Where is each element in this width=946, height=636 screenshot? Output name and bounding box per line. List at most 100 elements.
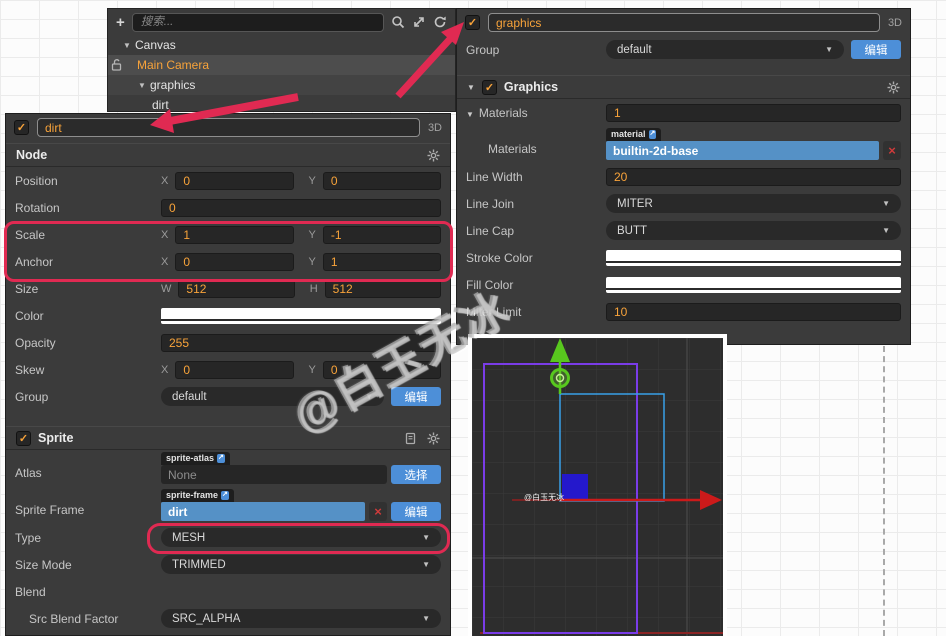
search-input[interactable] <box>139 15 377 29</box>
refresh-icon[interactable] <box>433 15 447 29</box>
sprite-frame-clear-button[interactable] <box>369 502 387 521</box>
prop-label-anchor: Anchor <box>15 255 161 269</box>
prop-label-materials: ▼Materials <box>466 106 606 120</box>
mode-3d-toggle[interactable]: 3D <box>888 17 902 29</box>
prop-field-src-blend-factor: SRC_ALPHA <box>161 609 441 628</box>
sprite-frame-edit-button[interactable]: 编辑 <box>391 502 441 521</box>
prop-field-atlas: sprite-atlasNone选择 <box>161 452 441 484</box>
prop-row-color: Color <box>6 302 450 329</box>
src-blend-factor-select[interactable]: SRC_ALPHA <box>161 609 441 628</box>
scene-canvas[interactable]: @白玉无冰 <box>472 338 723 636</box>
group-select[interactable]: default <box>606 40 844 59</box>
src-blend-factor-select-value: SRC_ALPHA <box>172 613 240 625</box>
tree-item-graphics[interactable]: ▼graphics <box>108 75 455 95</box>
search-icon[interactable] <box>391 15 405 29</box>
asset-type-tag: sprite-atlas <box>161 452 230 465</box>
prop-row-rotation: Rotation <box>6 194 450 221</box>
size-input-w[interactable] <box>178 280 294 298</box>
prop-field-size: WH <box>161 280 441 298</box>
prop-field-rotation <box>161 199 441 217</box>
atlas-select-button[interactable]: 选择 <box>391 465 441 484</box>
external-link-icon[interactable] <box>221 491 229 499</box>
line-width-input[interactable] <box>606 168 901 186</box>
axis-label-x: X <box>161 256 168 268</box>
type-select[interactable]: MESH <box>161 528 441 547</box>
anchor-input-y[interactable] <box>323 253 441 271</box>
inspector-panel-dirt: 3D Node PositionXYRotationScaleXYAnchorX… <box>5 113 451 636</box>
prop-field-stroke-color <box>606 250 901 266</box>
group-select[interactable]: default <box>161 387 384 406</box>
prop-row-size-mode: Size ModeTRIMMED <box>6 551 450 578</box>
scene-view[interactable]: @白玉无冰 <box>468 334 727 636</box>
prop-label-atlas: Atlas <box>15 466 161 484</box>
prop-label-src-blend-factor: Src Blend Factor <box>15 612 161 626</box>
expand-all-icon[interactable] <box>412 15 426 29</box>
gizmo-origin-circle[interactable] <box>552 370 569 387</box>
size-mode-select[interactable]: TRIMMED <box>161 555 441 574</box>
materials-clear-button[interactable] <box>883 141 901 160</box>
graphics-enabled-checkbox[interactable] <box>482 80 497 95</box>
prop-label-line-width: Line Width <box>466 170 606 184</box>
sprite-frame-asset-value[interactable]: dirt <box>161 502 365 521</box>
tree-item-label: Canvas <box>135 38 176 52</box>
group-select-value: default <box>617 44 652 56</box>
prop-row-size: SizeWH <box>6 275 450 302</box>
position-input-x[interactable] <box>175 172 293 190</box>
tree-collapse-arrow-icon[interactable]: ▼ <box>122 41 132 50</box>
search-box[interactable] <box>132 13 384 32</box>
node-active-checkbox[interactable] <box>465 15 480 30</box>
color-color-swatch[interactable] <box>161 308 441 324</box>
position-input-y[interactable] <box>323 172 441 190</box>
external-link-icon[interactable] <box>649 130 657 138</box>
prop-field-color <box>161 308 441 324</box>
sprite-enabled-checkbox[interactable] <box>16 431 31 446</box>
prop-label-rotation: Rotation <box>15 201 161 215</box>
external-link-icon[interactable] <box>217 454 225 462</box>
prop-label-position: Position <box>15 174 161 188</box>
document-icon[interactable] <box>404 432 417 445</box>
tree-item-canvas[interactable]: ▼Canvas <box>108 35 455 55</box>
prop-field-anchor: XY <box>161 253 441 271</box>
line-cap-select[interactable]: BUTT <box>606 221 901 240</box>
scale-input-x[interactable] <box>175 226 293 244</box>
gear-icon[interactable] <box>887 81 900 94</box>
prop-label-fill-color: Fill Color <box>466 278 606 292</box>
tree-item-dirt[interactable]: dirt <box>108 95 455 112</box>
prop-label-line-join: Line Join <box>466 197 606 211</box>
add-node-button[interactable]: + <box>116 15 125 30</box>
collapse-arrow-icon[interactable]: ▼ <box>467 83 475 92</box>
opacity-input[interactable] <box>161 334 441 352</box>
skew-input-y[interactable] <box>323 361 441 379</box>
unlock-icon[interactable] <box>111 58 122 74</box>
group-edit-button[interactable]: 编辑 <box>391 387 441 406</box>
stroke-color-color-swatch[interactable] <box>606 250 901 266</box>
prop-field-materials <box>606 104 901 122</box>
prop-label-group: Group <box>15 390 161 404</box>
node-active-checkbox[interactable] <box>14 120 29 135</box>
fill-color-color-swatch[interactable] <box>606 277 901 293</box>
scale-input-y[interactable] <box>323 226 441 244</box>
line-join-select[interactable]: MITER <box>606 194 901 213</box>
tree-item-main-camera[interactable]: Main Camera <box>108 55 455 75</box>
prop-row-materials: Materialsmaterialbuiltin-2d-base <box>457 126 910 163</box>
atlas-asset-value[interactable]: None <box>161 465 387 484</box>
node-name-input[interactable] <box>488 13 880 32</box>
miter-limit-input[interactable] <box>606 303 901 321</box>
node-name-input[interactable] <box>37 118 420 137</box>
gear-icon[interactable] <box>427 432 440 445</box>
hierarchy-panel: + ▼CanvasMain Camera▼graphicsdirt <box>107 8 456 112</box>
collapse-arrow-icon[interactable]: ▼ <box>466 110 474 119</box>
materials-asset-value[interactable]: builtin-2d-base <box>606 141 879 160</box>
asset-type-tag: material <box>606 128 661 141</box>
prop-row-type: TypeMESH <box>6 524 450 551</box>
mode-3d-toggle[interactable]: 3D <box>428 122 442 134</box>
group-edit-button[interactable]: 编辑 <box>851 40 901 59</box>
anchor-input-x[interactable] <box>175 253 293 271</box>
size-input-h[interactable] <box>325 280 441 298</box>
rotation-input[interactable] <box>161 199 441 217</box>
gear-icon[interactable] <box>427 149 440 162</box>
prop-field-line-cap: BUTT <box>606 221 901 240</box>
materials-input[interactable] <box>606 104 901 122</box>
skew-input-x[interactable] <box>175 361 293 379</box>
tree-collapse-arrow-icon[interactable]: ▼ <box>137 81 147 90</box>
